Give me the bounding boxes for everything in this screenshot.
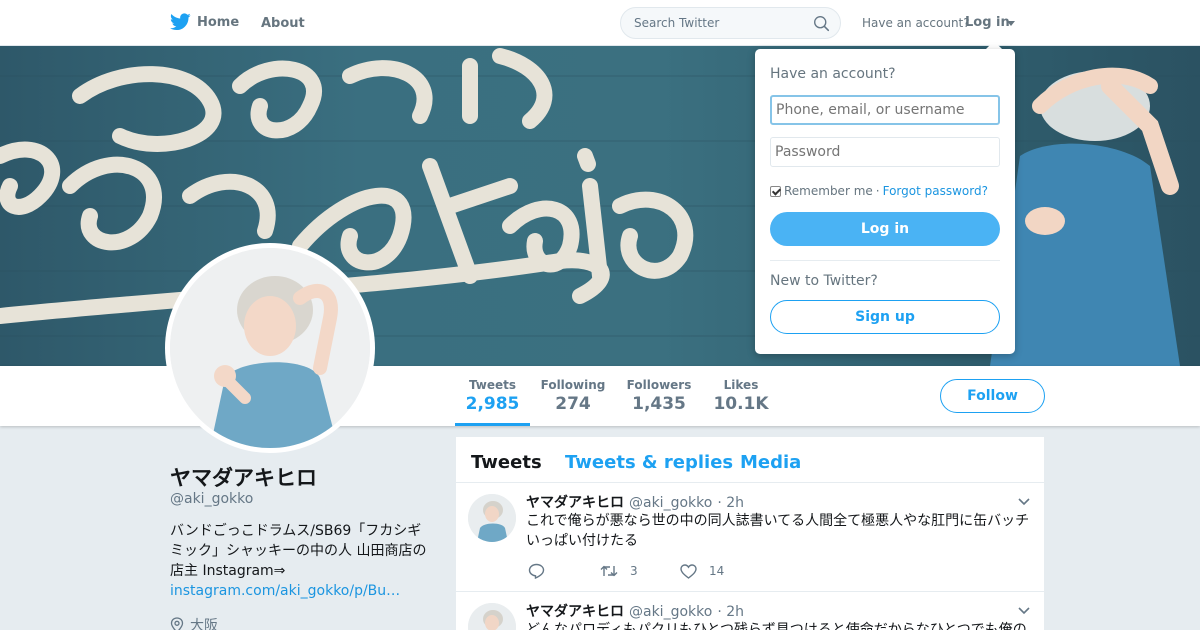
stat-value: 2,985 bbox=[465, 394, 520, 414]
tweet-author-handle[interactable]: @aki_gokko bbox=[629, 604, 712, 620]
chevron-down-icon[interactable] bbox=[1018, 607, 1030, 615]
remember-me-label[interactable]: Remember me bbox=[784, 184, 873, 198]
tweet-timestamp[interactable]: · 2h bbox=[717, 495, 744, 511]
nav-home-link[interactable]: Home bbox=[170, 13, 239, 31]
bio-link[interactable]: instagram.com/aki_gokko/p/Bu… bbox=[170, 581, 435, 601]
location-pin-icon bbox=[170, 617, 184, 630]
search-input[interactable]: Search Twitter bbox=[620, 7, 841, 39]
tweet-avatar[interactable] bbox=[468, 494, 516, 542]
chevron-down-icon[interactable] bbox=[1018, 498, 1030, 506]
retweet-count: 3 bbox=[630, 564, 638, 578]
divider bbox=[770, 260, 1000, 261]
signup-button[interactable]: Sign up bbox=[770, 300, 1000, 334]
reply-icon bbox=[528, 563, 545, 579]
tweet[interactable]: ヤマダアキヒロ @aki_gokko · 2h どんなパロディもパクリもひとつ残… bbox=[456, 592, 1044, 630]
tab-tweets[interactable]: Tweets bbox=[471, 452, 542, 473]
remember-me-checkbox[interactable] bbox=[770, 185, 781, 197]
separator-dot: · bbox=[875, 184, 880, 198]
have-account-text: Have an account? bbox=[862, 16, 970, 30]
tweet[interactable]: ヤマダアキヒロ @aki_gokko · 2h これで俺らが悪なら世の中の同人誌… bbox=[456, 483, 1044, 592]
stat-label: Tweets bbox=[468, 378, 517, 392]
new-to-twitter-text: New to Twitter? bbox=[770, 273, 878, 289]
avatar-image bbox=[170, 248, 370, 448]
search-icon[interactable] bbox=[813, 15, 830, 32]
tweet-avatar[interactable] bbox=[468, 603, 516, 630]
stat-tweets[interactable]: Tweets 2,985 bbox=[455, 378, 530, 414]
stat-value: 1,435 bbox=[632, 394, 686, 414]
stat-label: Followers bbox=[626, 378, 692, 392]
tweet-author-handle[interactable]: @aki_gokko bbox=[629, 495, 712, 511]
active-tab-underline bbox=[455, 423, 530, 426]
stat-label: Likes bbox=[723, 378, 759, 392]
tweet-header: ヤマダアキヒロ @aki_gokko · 2h bbox=[526, 601, 744, 621]
forgot-password-link[interactable]: Forgot password? bbox=[883, 184, 988, 198]
tweet-text: どんなパロディもパクリもひとつ残らず見つけると使命だからなひとつでも俺の bbox=[526, 622, 1027, 630]
tweet-author-name[interactable]: ヤマダアキヒロ bbox=[526, 492, 624, 512]
like-button[interactable]: 14 bbox=[680, 563, 725, 579]
stat-value: 10.1K bbox=[713, 394, 769, 414]
profile-location: 大阪 bbox=[170, 615, 218, 630]
password-field[interactable] bbox=[770, 137, 1000, 167]
tweet-author-name[interactable]: ヤマダアキヒロ bbox=[526, 601, 624, 621]
username-field[interactable] bbox=[770, 95, 1000, 125]
like-count: 14 bbox=[709, 564, 725, 578]
reply-button[interactable] bbox=[528, 563, 600, 579]
location-text: 大阪 bbox=[190, 618, 218, 630]
heart-icon bbox=[680, 563, 697, 579]
search-placeholder: Search Twitter bbox=[634, 16, 720, 30]
follow-button[interactable]: Follow bbox=[940, 379, 1045, 413]
remember-me-row: Remember me · Forgot password? bbox=[770, 184, 988, 198]
tab-media[interactable]: Media bbox=[740, 452, 801, 473]
tweet-header: ヤマダアキヒロ @aki_gokko · 2h bbox=[526, 492, 744, 512]
nav-about-link[interactable]: About bbox=[261, 16, 305, 31]
login-button[interactable]: Log in bbox=[770, 212, 1000, 246]
retweet-icon bbox=[600, 565, 618, 577]
nav-home-label: Home bbox=[197, 14, 240, 30]
chevron-down-icon[interactable] bbox=[1007, 21, 1015, 26]
top-nav: Home About Search Twitter Have an accoun… bbox=[0, 0, 1200, 46]
tweet-timestamp[interactable]: · 2h bbox=[717, 604, 744, 620]
profile-handle[interactable]: @aki_gokko bbox=[170, 491, 253, 507]
stat-value: 274 bbox=[555, 394, 591, 414]
bio-text: バンドごっこドラムス/SB69「フカシギミック」シャッキーの中の人 山田商店の店… bbox=[170, 523, 427, 579]
retweet-button[interactable]: 3 bbox=[600, 564, 680, 578]
avatar[interactable] bbox=[165, 243, 375, 453]
stat-likes[interactable]: Likes 10.1K bbox=[712, 378, 770, 414]
twitter-bird-icon bbox=[170, 13, 191, 31]
tweet-text: これで俺らが悪なら世の中の同人誌書いてる人間全て極悪人やな肛門に缶バッチいっぱい… bbox=[526, 513, 1030, 549]
tab-tweets-replies[interactable]: Tweets & replies bbox=[565, 452, 733, 473]
login-menu-button[interactable]: Log in bbox=[965, 15, 1010, 30]
stat-label: Following bbox=[540, 378, 606, 392]
timeline: Tweets Tweets & replies Media ヤマダアキヒロ @a… bbox=[456, 437, 1044, 630]
profile-bio: バンドごっこドラムス/SB69「フカシギミック」シャッキーの中の人 山田商店の店… bbox=[170, 521, 435, 601]
timeline-tabs: Tweets Tweets & replies Media bbox=[456, 437, 1044, 483]
tweet-actions: 3 14 bbox=[528, 563, 724, 579]
login-dropdown: Have an account? Remember me · Forgot pa… bbox=[755, 49, 1015, 354]
stat-following[interactable]: Following 274 bbox=[540, 378, 606, 414]
dropdown-title: Have an account? bbox=[770, 66, 896, 82]
profile-name[interactable]: ヤマダアキヒロ bbox=[170, 462, 317, 492]
stat-followers[interactable]: Followers 1,435 bbox=[626, 378, 692, 414]
